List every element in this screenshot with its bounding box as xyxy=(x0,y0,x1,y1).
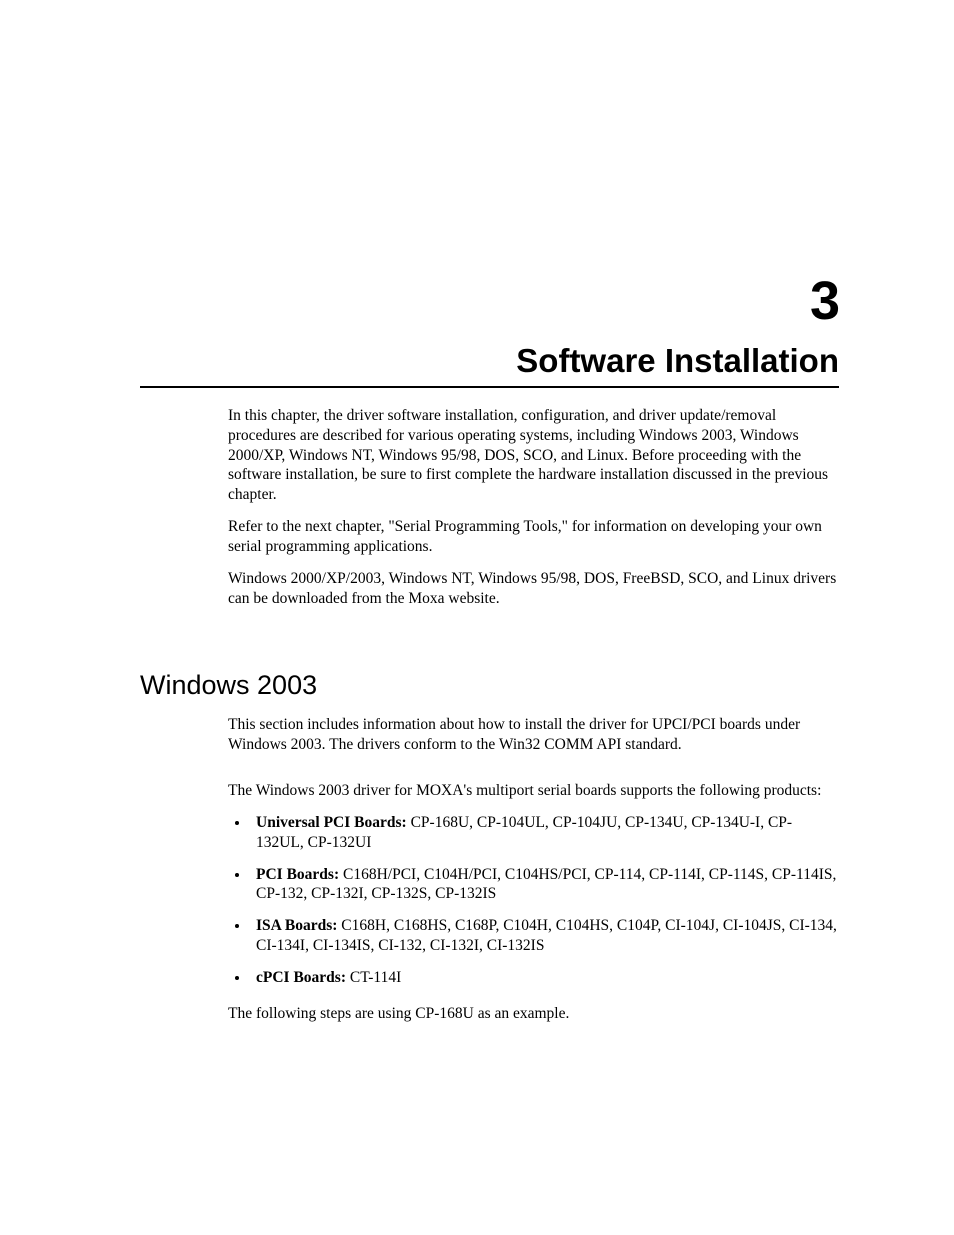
section-body: This section includes information about … xyxy=(228,715,839,1023)
list-item: Universal PCI Boards: CP-168U, CP-104UL,… xyxy=(250,813,839,853)
list-item: cPCI Boards: CT-114I xyxy=(250,968,839,988)
list-item-text: CT-114I xyxy=(346,969,401,986)
intro-block: In this chapter, the driver software ins… xyxy=(228,406,839,608)
list-item-label: Universal PCI Boards: xyxy=(256,814,407,831)
section-heading-windows-2003: Windows 2003 xyxy=(140,670,839,701)
chapter-title: Software Installation xyxy=(140,342,839,380)
list-item-label: cPCI Boards: xyxy=(256,969,346,986)
intro-paragraph-3: Windows 2000/XP/2003, Windows NT, Window… xyxy=(228,569,839,609)
list-item: PCI Boards: C168H/PCI, C104H/PCI, C104HS… xyxy=(250,865,839,905)
intro-paragraph-2: Refer to the next chapter, "Serial Progr… xyxy=(228,517,839,557)
list-item-label: ISA Boards: xyxy=(256,917,337,934)
section-paragraph-3: The following steps are using CP-168U as… xyxy=(228,1004,839,1024)
document-page: 3 Software Installation In this chapter,… xyxy=(0,0,954,1096)
list-item-label: PCI Boards: xyxy=(256,866,339,883)
section-paragraph-1: This section includes information about … xyxy=(228,715,839,755)
list-item: ISA Boards: C168H, C168HS, C168P, C104H,… xyxy=(250,916,839,956)
intro-paragraph-1: In this chapter, the driver software ins… xyxy=(228,406,839,505)
product-list: Universal PCI Boards: CP-168U, CP-104UL,… xyxy=(228,813,839,988)
list-item-text: C168H/PCI, C104H/PCI, C104HS/PCI, CP-114… xyxy=(256,866,836,903)
title-underline xyxy=(140,386,839,388)
list-item-text: C168H, C168HS, C168P, C104H, C104HS, C10… xyxy=(256,917,837,954)
section-paragraph-2: The Windows 2003 driver for MOXA's multi… xyxy=(228,781,839,801)
chapter-number: 3 xyxy=(140,270,839,332)
